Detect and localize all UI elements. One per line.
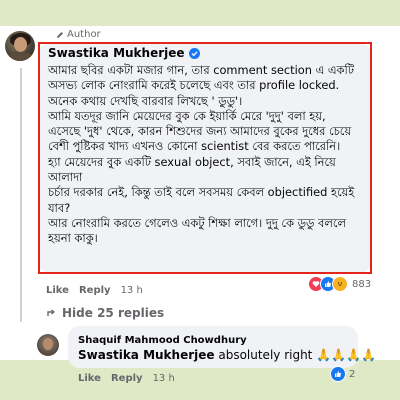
- reaction-count: 883: [352, 278, 372, 290]
- thread-line: [20, 68, 22, 322]
- reply-body: absolutely right 🙏🙏🙏🙏: [214, 348, 376, 362]
- comment-card: Author Swastika Mukherjee আমার ছবির একটা…: [0, 26, 400, 384]
- hide-replies-label: Hide 25 replies: [62, 306, 165, 320]
- reply-mention[interactable]: Swastika Mukherjee: [78, 348, 215, 362]
- arrow-up-right-icon: [47, 309, 55, 316]
- reply-reaction-count: 2: [349, 368, 356, 380]
- reply-timestamp[interactable]: 13 h: [153, 373, 175, 384]
- reply-reply-button[interactable]: Reply: [111, 373, 143, 384]
- like-icon: [330, 366, 346, 382]
- comment-timestamp[interactable]: 13 h: [121, 285, 143, 296]
- author-badge-label: Author: [67, 29, 101, 40]
- comment-actions: Like Reply 13 h: [46, 285, 143, 296]
- avatar[interactable]: [5, 31, 35, 61]
- reply-author-name[interactable]: Shaquif Mahmood Chowdhury: [78, 335, 247, 346]
- reply-button[interactable]: Reply: [79, 285, 111, 296]
- highlight-box: [38, 42, 372, 274]
- pen-icon: [57, 31, 63, 38]
- reply-like-button[interactable]: Like: [78, 373, 101, 384]
- reply-avatar[interactable]: [37, 334, 59, 356]
- reply-actions: Like Reply 13 h: [78, 373, 175, 384]
- reply-reaction-summary[interactable]: 2: [330, 366, 355, 382]
- author-badge: Author: [56, 29, 101, 40]
- reply-text: Swastika Mukherjee absolutely right 🙏🙏🙏🙏: [78, 348, 376, 362]
- haha-icon: [332, 276, 348, 292]
- reaction-summary[interactable]: 883: [308, 276, 371, 292]
- like-button[interactable]: Like: [46, 285, 69, 296]
- hide-replies-button[interactable]: Hide 25 replies: [46, 306, 164, 320]
